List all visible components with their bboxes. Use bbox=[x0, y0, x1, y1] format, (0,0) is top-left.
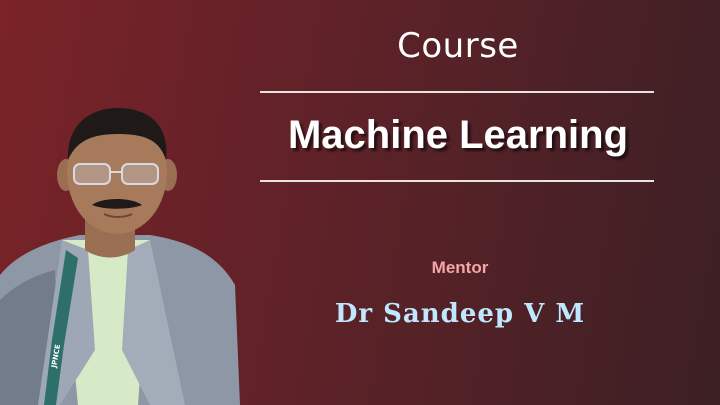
mentor-name: Dr Sandeep V M bbox=[334, 299, 586, 329]
divider-top bbox=[260, 91, 654, 93]
mentor-label: Mentor bbox=[431, 258, 489, 277]
portrait-glasses-left bbox=[73, 163, 111, 185]
course-slide: Course Machine Learning Mentor Dr Sandee… bbox=[0, 0, 720, 405]
mentor-portrait: JPNCE bbox=[0, 108, 240, 405]
course-label: Course bbox=[397, 26, 519, 66]
portrait-glasses-right bbox=[121, 163, 159, 185]
divider-bottom bbox=[260, 180, 654, 182]
course-title: Machine Learning bbox=[287, 113, 629, 157]
